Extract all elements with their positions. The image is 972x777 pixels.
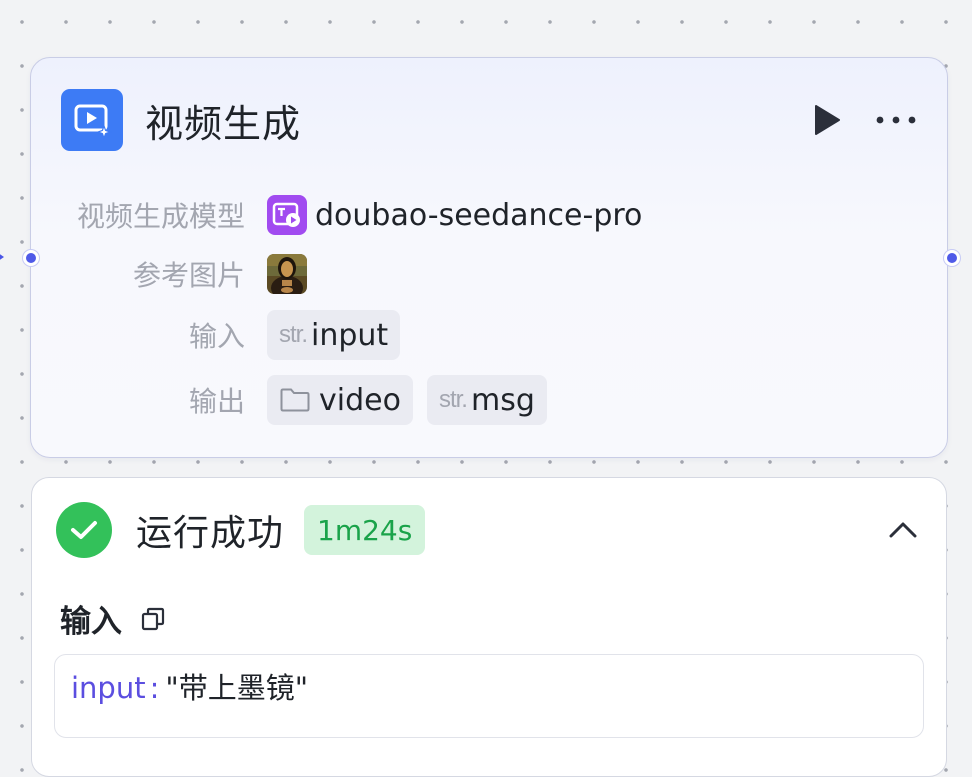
run-status-text: 运行成功 xyxy=(136,513,285,554)
result-header[interactable]: 运行成功 1m24s xyxy=(56,502,922,558)
duration-badge: 1m24s xyxy=(304,505,426,555)
input-variable-name: input xyxy=(311,317,389,353)
input-value: "带上墨镜" xyxy=(165,671,309,705)
output-video-tag[interactable]: video xyxy=(267,375,413,425)
edge-arrow xyxy=(0,250,4,264)
node-title: 视频生成 xyxy=(145,101,302,146)
string-type-label: str. xyxy=(279,321,308,348)
play-icon[interactable] xyxy=(813,104,841,136)
input-port[interactable] xyxy=(23,250,39,266)
param-row-model: 视频生成模型 doubao-seedance-pro xyxy=(31,191,947,239)
output-video-name: video xyxy=(319,382,401,418)
model-name[interactable]: doubao-seedance-pro xyxy=(315,198,642,233)
input-variable-tag[interactable]: str. input xyxy=(267,310,401,360)
model-logo-icon xyxy=(267,195,307,235)
input-label: 输入 xyxy=(188,320,245,353)
copy-icon[interactable] xyxy=(140,606,166,632)
output-port[interactable] xyxy=(944,250,960,266)
input-value-box[interactable]: input: "带上墨镜" xyxy=(54,654,924,738)
input-section-title: 输入 xyxy=(60,604,122,640)
node-header: 视频生成 xyxy=(61,88,917,152)
input-section-header: 输入 xyxy=(60,596,166,641)
output-label: 输出 xyxy=(188,385,245,418)
key-separator: : xyxy=(149,671,160,705)
param-row-output: 输出 video str. msg xyxy=(31,375,947,425)
more-icon[interactable] xyxy=(875,115,917,125)
string-type-label: str. xyxy=(438,386,468,413)
reference-image-label: 参考图片 xyxy=(132,259,245,292)
reference-image-thumbnail[interactable] xyxy=(267,254,307,294)
output-msg-name: msg xyxy=(470,382,535,418)
chevron-up-icon[interactable] xyxy=(888,521,918,539)
video-generation-node[interactable]: 视频生成 视频生成模型 doubao-seedance-pro 参考图片 输入 … xyxy=(30,57,948,458)
video-spark-icon xyxy=(61,89,123,151)
param-row-input: 输入 str. input xyxy=(31,310,947,360)
run-result-panel: 运行成功 1m24s 输入 input: "带上墨镜" xyxy=(31,477,947,777)
folder-icon xyxy=(279,387,311,413)
output-msg-tag[interactable]: str. msg xyxy=(426,375,547,425)
input-key: input xyxy=(71,671,146,705)
model-label: 视频生成模型 xyxy=(76,200,245,233)
param-row-reference-image: 参考图片 xyxy=(31,250,947,298)
success-check-icon xyxy=(56,502,112,558)
